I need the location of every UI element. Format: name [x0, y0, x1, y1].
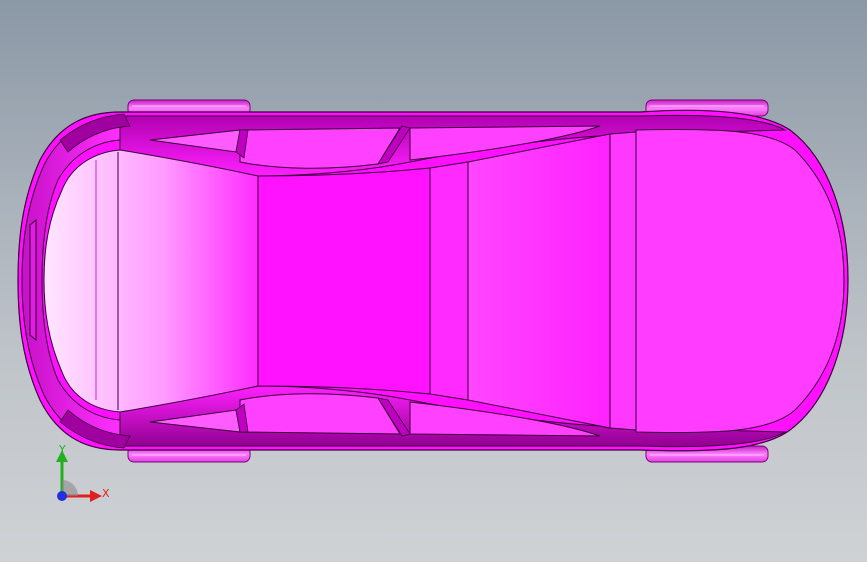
- x-axis-arrow: [90, 490, 102, 502]
- side-window-top-middle: [239, 127, 401, 169]
- windshield: [429, 161, 469, 401]
- roof-panel: [257, 167, 431, 395]
- side-window-bottom-middle: [239, 393, 401, 435]
- car-model[interactable]: [0, 0, 867, 562]
- x-axis-label: X: [102, 487, 110, 500]
- rear-window: [43, 149, 259, 413]
- rear-light-strip: [29, 218, 37, 342]
- coordinate-triad: X Y: [40, 440, 120, 510]
- graphics-viewport[interactable]: X Y: [0, 0, 867, 562]
- front-bumper: [609, 131, 637, 431]
- z-axis-dot: [57, 491, 67, 501]
- y-axis-label: Y: [59, 443, 66, 456]
- front-nose: [635, 128, 845, 434]
- hood-panel: [467, 133, 611, 429]
